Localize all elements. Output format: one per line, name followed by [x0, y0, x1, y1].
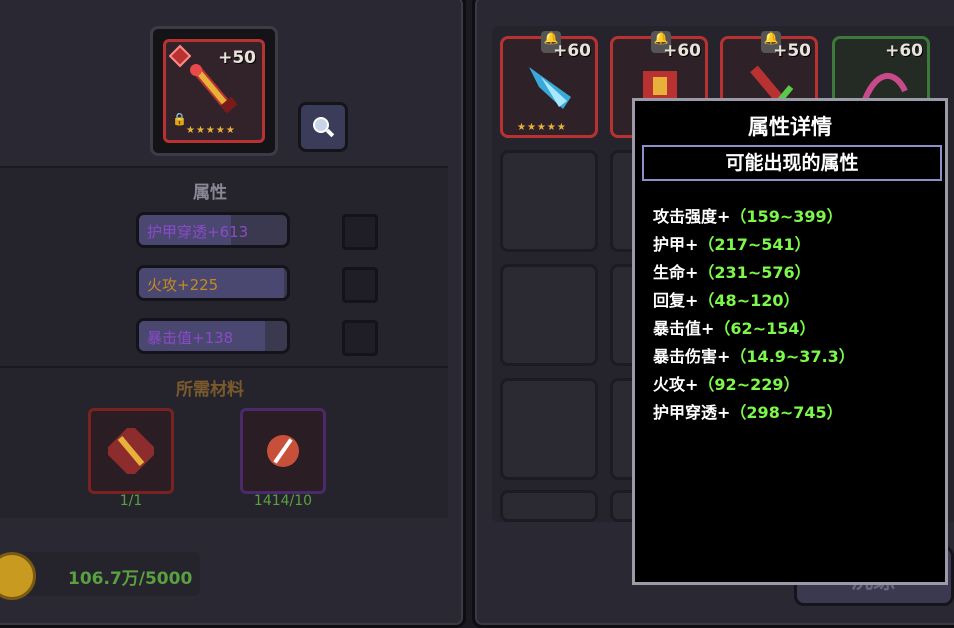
crystal-staff-icon — [529, 67, 571, 109]
attribute-range: （14.9~37.3） — [730, 347, 855, 366]
magnifier-icon — [313, 117, 335, 138]
item-enhance-level: +60 — [663, 41, 701, 61]
inventory-slot-empty[interactable] — [500, 264, 598, 366]
possible-attribute-list: 攻击强度+（159~399） 护甲+（217~541） 生命+（231~576）… — [653, 203, 855, 427]
attribute-text: 火攻+225 — [147, 276, 219, 294]
possible-attribute-row: 攻击强度+（159~399） — [653, 203, 855, 231]
attribute-bar-fire-attack: 火攻+225 — [136, 265, 290, 301]
attribute-details-button[interactable] — [298, 102, 348, 152]
material-slot-stone[interactable] — [240, 408, 326, 494]
lock-attribute-checkbox[interactable] — [342, 320, 378, 356]
materials-title: 所需材料 — [176, 380, 244, 400]
attribute-range: （159~399） — [730, 207, 843, 226]
material-slot-scepter[interactable] — [88, 408, 174, 494]
possible-attribute-row: 火攻+（92~229） — [653, 371, 855, 399]
attribute-text: 护甲穿透+613 — [147, 223, 249, 241]
selected-item-frame[interactable]: +50 🔒 ★★★★★ — [150, 26, 278, 156]
possible-attribute-row: 护甲+（217~541） — [653, 231, 855, 259]
material-count: 1/1 — [119, 493, 143, 509]
possible-attribute-row: 暴击伤害+（14.9~37.3） — [653, 343, 855, 371]
material-count: 1414/10 — [253, 493, 313, 509]
attribute-name: 暴击值+ — [653, 319, 715, 338]
inventory-slot-empty[interactable] — [500, 150, 598, 252]
attribute-range: （298~745） — [730, 403, 843, 422]
item-enhance-level: +60 — [885, 41, 923, 61]
attribute-range: （217~541） — [698, 235, 811, 254]
attribute-name: 回复+ — [653, 291, 699, 310]
stone-icon — [267, 435, 299, 467]
attribute-name: 暴击伤害+ — [653, 347, 731, 366]
attribute-name: 生命+ — [653, 263, 699, 282]
tooltip-title: 属性详情 — [748, 115, 832, 139]
possible-attribute-row: 生命+（231~576） — [653, 259, 855, 287]
lock-attribute-checkbox[interactable] — [342, 214, 378, 250]
lock-attribute-checkbox[interactable] — [342, 267, 378, 303]
attribute-range: （62~154） — [714, 319, 816, 338]
selected-item-slot: +50 🔒 ★★★★★ — [163, 39, 265, 143]
possible-attribute-row: 暴击值+（62~154） — [653, 315, 855, 343]
attribute-range: （231~576） — [698, 263, 811, 282]
attribute-details-tooltip: 属性详情 可能出现的属性 攻击强度+（159~399） 护甲+（217~541）… — [632, 98, 948, 585]
attribute-range: （92~229） — [698, 375, 800, 394]
gold-amount: 106.7万/5000 — [68, 569, 193, 589]
attribute-name: 护甲+ — [653, 235, 699, 254]
lock-icon: 🔒 — [172, 112, 187, 126]
attribute-text: 暴击值+138 — [147, 329, 234, 347]
attribute-range: （48~120） — [698, 291, 800, 310]
attribute-name: 攻击强度+ — [653, 207, 731, 226]
possible-attribute-row: 护甲穿透+（298~745） — [653, 399, 855, 427]
attribute-name: 护甲穿透+ — [653, 403, 731, 422]
attribute-name: 火攻+ — [653, 375, 699, 394]
attribute-bar-crit: 暴击值+138 — [136, 318, 290, 354]
inventory-slot-empty[interactable] — [500, 378, 598, 480]
inventory-slot-empty[interactable] — [500, 490, 598, 522]
scepter-icon — [190, 64, 238, 114]
tooltip-subtitle: 可能出现的属性 — [642, 145, 942, 181]
attribute-bar-armor-pen: 护甲穿透+613 — [136, 212, 290, 248]
attribute-title: 属性 — [193, 183, 227, 203]
item-stars: ★★★★★ — [517, 122, 567, 133]
inventory-item[interactable]: 🔔 +60 ★★★★★ — [500, 31, 598, 138]
item-stars: ★★★★★ — [186, 125, 236, 136]
possible-attribute-row: 回复+（48~120） — [653, 287, 855, 315]
scepter-icon — [108, 428, 154, 474]
